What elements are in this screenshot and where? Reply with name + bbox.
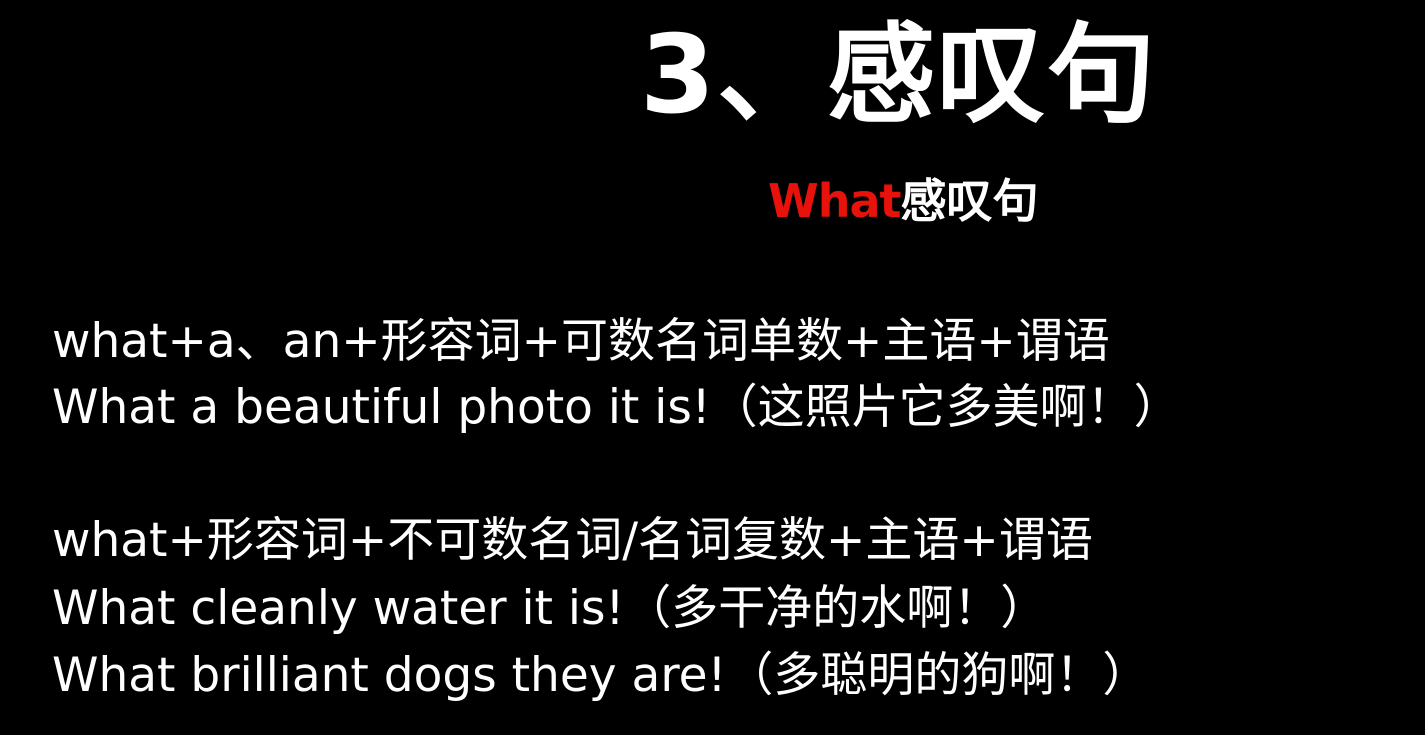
example-line-1: What a beautiful photo it is!（这照片它多美啊！） bbox=[52, 380, 1181, 435]
example-line-2: What cleanly water it is!（多干净的水啊！） bbox=[52, 581, 1048, 636]
slide-title: 3、感叹句 bbox=[640, 13, 1158, 138]
slide: 3、感叹句 What感叹句 what+a、an+形容词+可数名词单数+主语+谓语… bbox=[0, 0, 1425, 735]
subtitle-highlight: What bbox=[768, 174, 902, 228]
pattern-line-1: what+a、an+形容词+可数名词单数+主语+谓语 bbox=[52, 314, 1110, 369]
subtitle-rest: 感叹句 bbox=[900, 174, 1039, 228]
example-line-3: What brilliant dogs they are!（多聪明的狗啊！） bbox=[52, 648, 1150, 703]
pattern-line-2: what+形容词+不可数名词/名词复数+主语+谓语 bbox=[52, 513, 1093, 568]
slide-subtitle: What感叹句 bbox=[768, 178, 1039, 224]
